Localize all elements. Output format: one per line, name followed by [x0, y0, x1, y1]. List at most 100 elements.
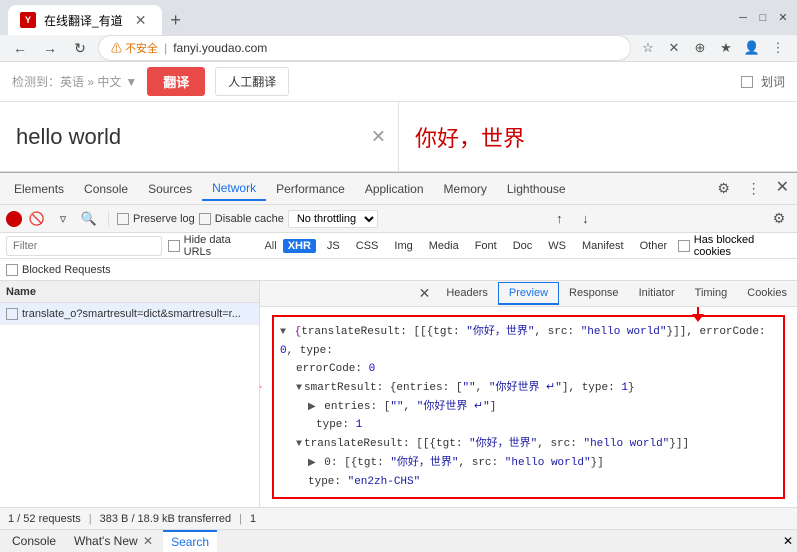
devtools-panel: Elements Console Sources Network Perform… [0, 172, 797, 529]
detail-close-button[interactable]: ✕ [413, 285, 437, 302]
network-settings-icon[interactable]: ⚙ [767, 207, 791, 231]
translate-button[interactable]: 翻译 [147, 67, 205, 96]
download-icon[interactable]: ↓ [574, 208, 596, 230]
settings-icon[interactable]: ⚙ [712, 177, 736, 201]
preview-line-3: ▼smartResult: {entries: ["", "你好世界 ↵"], … [280, 379, 777, 398]
human-translate-button[interactable]: 人工翻译 [215, 67, 289, 96]
expand-icon-5[interactable]: ▶ [308, 455, 316, 472]
youdao-toolbar: 检测到：英语 » 中文 ▼ 翻译 人工翻译 划词 [0, 62, 797, 102]
devtools-tab-bar: Elements Console Sources Network Perform… [0, 173, 797, 205]
disable-cache-box[interactable] [199, 213, 211, 225]
input-text: hello world [16, 124, 121, 150]
tab-lighthouse[interactable]: Lighthouse [497, 178, 576, 200]
tab-sources[interactable]: Sources [138, 178, 202, 200]
record-button[interactable] [6, 211, 22, 227]
preserve-log-checkbox[interactable]: Preserve log [117, 213, 195, 225]
status-bar: 1 / 52 requests | 383 B / 18.9 kB transf… [0, 507, 797, 529]
preserve-checkbox-box[interactable] [117, 213, 129, 225]
url-input[interactable]: ⚠ 不安全 | fanyi.youdao.com [98, 35, 631, 61]
bottom-close-button[interactable]: ✕ [783, 534, 793, 548]
whats-new-close[interactable]: ✕ [143, 534, 153, 548]
tab-console[interactable]: Console [74, 178, 138, 200]
preview-line-4: ▶ entries: ["", "你好世界 ↵"] [280, 398, 777, 417]
tab-cookies[interactable]: Cookies [737, 283, 797, 305]
request-item[interactable]: translate_o?smartresult=dict&smartresult… [0, 303, 259, 325]
status-divider-2: | [239, 513, 242, 525]
address-icons: ☆ ✕ ⊕ ★ 👤 ⋮ [637, 37, 789, 59]
bottom-tab-search[interactable]: Search [163, 530, 217, 552]
refresh-button[interactable]: ↻ [68, 36, 92, 60]
filter-ws[interactable]: WS [543, 239, 571, 253]
tab-performance[interactable]: Performance [266, 178, 355, 200]
bottom-tab-whats-new[interactable]: What's New ✕ [66, 531, 161, 551]
throttle-select[interactable]: No throttling [288, 210, 378, 228]
tab-initiator[interactable]: Initiator [629, 283, 685, 305]
tab-preview[interactable]: Preview [498, 282, 559, 305]
blocked-cookies-box[interactable] [678, 240, 690, 252]
expand-icon-2[interactable]: ▼ [296, 380, 302, 397]
page-number: 1 [250, 513, 256, 525]
requests-count: 1 / 52 requests [8, 513, 81, 525]
filter-manifest[interactable]: Manifest [577, 239, 629, 253]
tab-bar: Y 在线翻译_有道 ✕ + [8, 0, 189, 35]
extension1-icon[interactable]: ✕ [663, 37, 685, 59]
extension3-icon[interactable]: ★ [715, 37, 737, 59]
bookmark-icon[interactable]: ☆ [637, 37, 659, 59]
back-button[interactable]: ← [8, 36, 32, 60]
fudao-label: 划词 [761, 73, 785, 90]
filter-js[interactable]: JS [322, 239, 345, 253]
expand-icon-3[interactable]: ▶ [308, 399, 316, 416]
request-list: Name translate_o?smartresult=dict&smartr… [0, 281, 260, 507]
filter-doc[interactable]: Doc [508, 239, 538, 253]
upload-icon[interactable]: ↑ [548, 208, 570, 230]
filter-font[interactable]: Font [470, 239, 502, 253]
filter-input[interactable] [6, 236, 162, 256]
translate-input[interactable]: hello world ✕ [0, 102, 399, 171]
filter-css[interactable]: CSS [351, 239, 384, 253]
tab-headers[interactable]: Headers [436, 283, 498, 305]
xhr-filter-badge[interactable]: XHR [283, 239, 316, 253]
filter-icon[interactable]: ▿ [52, 208, 74, 230]
has-blocked-cookies[interactable]: Has blocked cookies [678, 234, 791, 258]
output-text: 你好，世界 [415, 121, 525, 153]
tab-elements[interactable]: Elements [4, 178, 74, 200]
blocked-requests-bar: Blocked Requests [0, 259, 797, 281]
search-icon[interactable]: 🔍 [78, 208, 100, 230]
hide-data-urls-checkbox[interactable]: Hide data URLs [168, 234, 258, 258]
active-tab[interactable]: Y 在线翻译_有道 ✕ [8, 5, 162, 35]
extension2-icon[interactable]: ⊕ [689, 37, 711, 59]
tab-timing[interactable]: Timing [685, 283, 738, 305]
clear-button[interactable]: ✕ [371, 126, 386, 147]
filter-all-label[interactable]: All [264, 240, 276, 252]
clear-log-icon[interactable]: 🚫 [26, 208, 48, 230]
request-checkbox[interactable] [6, 308, 18, 320]
tab-response[interactable]: Response [559, 283, 629, 305]
forward-button[interactable]: → [38, 36, 62, 60]
tab-application[interactable]: Application [355, 178, 434, 200]
preview-line-8: type: "en2zh-CHS" [280, 473, 777, 492]
devtools-close-button[interactable]: ✕ [772, 177, 793, 201]
close-button[interactable]: ✕ [777, 12, 789, 24]
filter-media[interactable]: Media [424, 239, 464, 253]
menu-icon[interactable]: ⋮ [767, 37, 789, 59]
bottom-tab-console[interactable]: Console [4, 531, 64, 551]
blocked-requests-checkbox[interactable] [6, 264, 18, 276]
maximize-button[interactable]: □ [757, 12, 769, 24]
new-tab-button[interactable]: + [162, 6, 189, 35]
tab-network[interactable]: Network [202, 177, 266, 201]
disable-cache-label: Disable cache [215, 213, 284, 225]
upload-download-icons: ↑ ↓ [548, 208, 596, 230]
filter-img[interactable]: Img [389, 239, 417, 253]
disable-cache-checkbox[interactable]: Disable cache [199, 213, 284, 225]
tab-memory[interactable]: Memory [434, 178, 497, 200]
expand-icon-1[interactable]: ▼ [280, 324, 286, 341]
hide-data-checkbox-box[interactable] [168, 240, 180, 252]
expand-icon-4[interactable]: ▼ [296, 436, 302, 453]
filter-other[interactable]: Other [635, 239, 673, 253]
hide-data-urls-label: Hide data URLs [184, 234, 259, 258]
tab-close-button[interactable]: ✕ [131, 10, 151, 31]
profile-icon[interactable]: 👤 [741, 37, 763, 59]
minimize-button[interactable]: ─ [737, 12, 749, 24]
fudao-checkbox[interactable] [741, 76, 753, 88]
devtools-more-icon[interactable]: ⋮ [742, 177, 766, 201]
